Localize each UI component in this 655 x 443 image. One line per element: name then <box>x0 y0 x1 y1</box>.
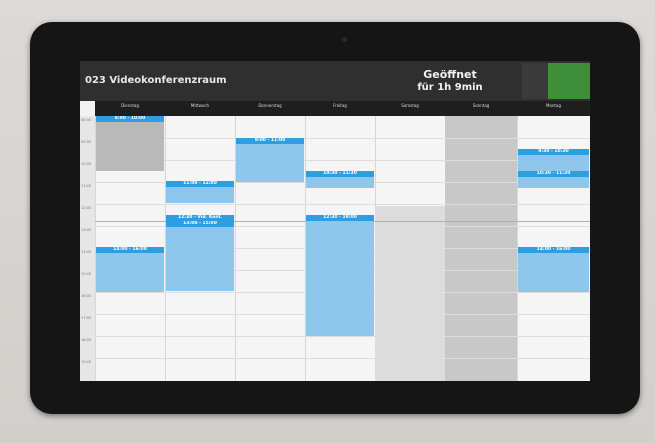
camera-icon <box>342 37 347 42</box>
event-tue-morning[interactable]: 8:00 - 10:00 <box>96 116 164 171</box>
status-indicator-open <box>548 63 590 99</box>
time-label: 11:00 <box>81 184 92 188</box>
time-label: 10:00 <box>81 162 92 166</box>
day-header-4[interactable]: Freitag <box>305 101 375 116</box>
time-label: 18:00 <box>81 338 92 342</box>
time-label: 17:00 <box>81 316 92 320</box>
event-tue-afternoon[interactable]: 14:00 - 16:00 <box>96 247 164 292</box>
grid-line <box>95 358 590 359</box>
time-label: 13:00 <box>81 228 92 232</box>
day-header-3[interactable]: Donnerstag <box>235 101 305 116</box>
event-thu-1[interactable]: 9:00 - 11:00 <box>236 138 304 182</box>
event-wed-1[interactable]: 11:00 - 12:00 <box>166 181 234 203</box>
status-indicator-dark <box>522 63 548 99</box>
time-label: 16:00 <box>81 294 92 298</box>
grid-line <box>95 336 590 337</box>
event-mon-1[interactable]: 9:30 - 10:30 <box>518 149 589 171</box>
time-label: 15:00 <box>81 272 92 276</box>
time-label: 12:00 <box>81 206 92 210</box>
time-label: 08:00 <box>81 118 92 122</box>
status-subtitle: für 1h 9min <box>417 82 483 93</box>
day-header-6[interactable]: Sonntag <box>445 101 517 116</box>
day-header-1[interactable]: Dienstag <box>95 101 165 116</box>
calendar-screen: 023 Videokonferenzraum Geöffnet für 1h 9… <box>80 61 590 381</box>
room-header: 023 Videokonferenzraum Geöffnet für 1h 9… <box>80 61 590 101</box>
grid-line <box>95 160 590 161</box>
grid-line <box>95 204 590 205</box>
time-label: 19:00 <box>81 360 92 364</box>
day-header-7[interactable]: Montag <box>517 101 590 116</box>
time-column: 08:00 09:00 10:00 11:00 12:00 13:00 14:0… <box>80 116 95 381</box>
event-wed-2[interactable]: 12:30 - Vid. Konf. 13:00 - 15:00 <box>166 215 234 291</box>
time-label: 09:00 <box>81 140 92 144</box>
grid-line <box>95 138 590 139</box>
time-label: 14:00 <box>81 250 92 254</box>
day-header-2[interactable]: Mittwoch <box>165 101 235 116</box>
unavailable-area <box>375 206 445 381</box>
event-fri-1[interactable]: 10:30 - 11:30 <box>306 171 374 188</box>
day-header-5[interactable]: Samstag <box>375 101 445 116</box>
event-fri-2[interactable]: 12:30 - 19:00 <box>306 215 374 336</box>
event-mon-2[interactable]: 10:30 - 11:30 <box>518 171 589 188</box>
status-title: Geöffnet <box>423 68 477 81</box>
room-title: 023 Videokonferenzraum <box>85 75 227 86</box>
event-mon-3[interactable]: 14:00 - 16:00 <box>518 247 589 292</box>
